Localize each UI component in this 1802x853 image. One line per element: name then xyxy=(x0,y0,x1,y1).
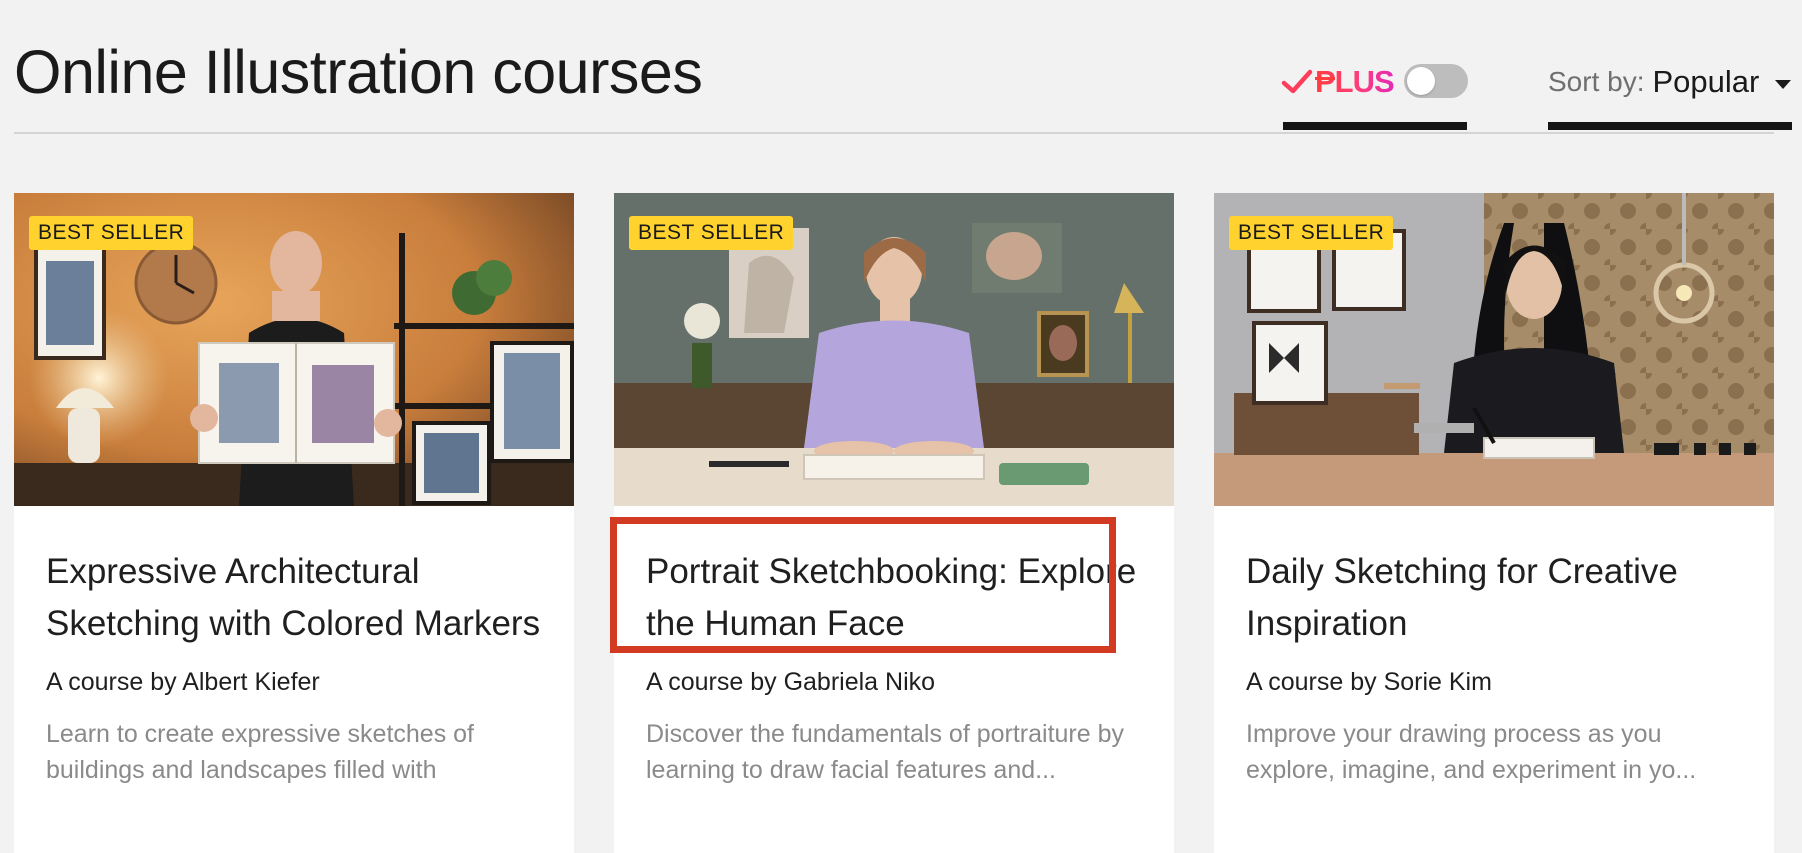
course-description: Improve your drawing process as you expl… xyxy=(1246,720,1697,784)
page-title: Online Illustration courses xyxy=(14,38,703,106)
course-author: A course by Gabriela Niko xyxy=(646,668,936,696)
course-description: Discover the fundamentals of portraiture… xyxy=(646,720,1125,784)
course-card[interactable]: BEST SELLER Portrait Sketchbooking: Expl… xyxy=(614,193,1174,853)
best-seller-badge: BEST SELLER xyxy=(629,216,794,250)
sort-underline xyxy=(1548,122,1792,130)
course-card[interactable]: BEST SELLER Daily Sketching for Creative… xyxy=(1214,193,1774,853)
chevron-down-icon xyxy=(1775,79,1792,89)
card-body: Portrait Sketchbooking: Explore the Huma… xyxy=(646,546,1146,788)
course-card[interactable]: BEST SELLER Expressive Architectural Ske… xyxy=(14,193,574,853)
check-icon xyxy=(1281,69,1313,94)
plus-filter[interactable]: PLUS xyxy=(1269,56,1468,130)
card-body: Daily Sketching for Creative Inspiration… xyxy=(1246,546,1746,788)
course-author: A course by Albert Kiefer xyxy=(46,668,320,696)
course-thumbnail[interactable]: BEST SELLER xyxy=(14,193,574,506)
plus-brand: PLUS xyxy=(1281,62,1395,102)
plus-toggle[interactable] xyxy=(1404,64,1468,98)
sort-label: Sort by: xyxy=(1548,66,1645,97)
card-body: Expressive Architectural Sketching with … xyxy=(46,546,546,788)
course-title[interactable]: Daily Sketching for Creative Inspiration xyxy=(1246,546,1746,650)
sort-value: Popular xyxy=(1652,64,1760,99)
page-header: Online Illustration courses PLUS Sort by… xyxy=(14,0,1792,134)
sort-dropdown[interactable]: Sort by: Popular xyxy=(1532,56,1792,130)
toggle-knob xyxy=(1407,67,1435,95)
best-seller-badge: BEST SELLER xyxy=(29,216,194,250)
course-author: A course by Sorie Kim xyxy=(1246,668,1492,696)
course-list: BEST SELLER Expressive Architectural Ske… xyxy=(14,193,1774,853)
best-seller-badge: BEST SELLER xyxy=(1229,216,1394,250)
course-title[interactable]: Expressive Architectural Sketching with … xyxy=(46,546,546,650)
course-title[interactable]: Portrait Sketchbooking: Explore the Huma… xyxy=(646,546,1146,650)
course-thumbnail[interactable]: BEST SELLER xyxy=(1214,193,1774,506)
plus-filter-underline xyxy=(1283,122,1467,130)
course-description: Learn to create expressive sketches of b… xyxy=(46,720,475,784)
plus-label: PLUS xyxy=(1315,62,1395,102)
sort-label-wrap: Sort by: Popular xyxy=(1548,62,1792,102)
course-thumbnail[interactable]: BEST SELLER xyxy=(614,193,1174,506)
